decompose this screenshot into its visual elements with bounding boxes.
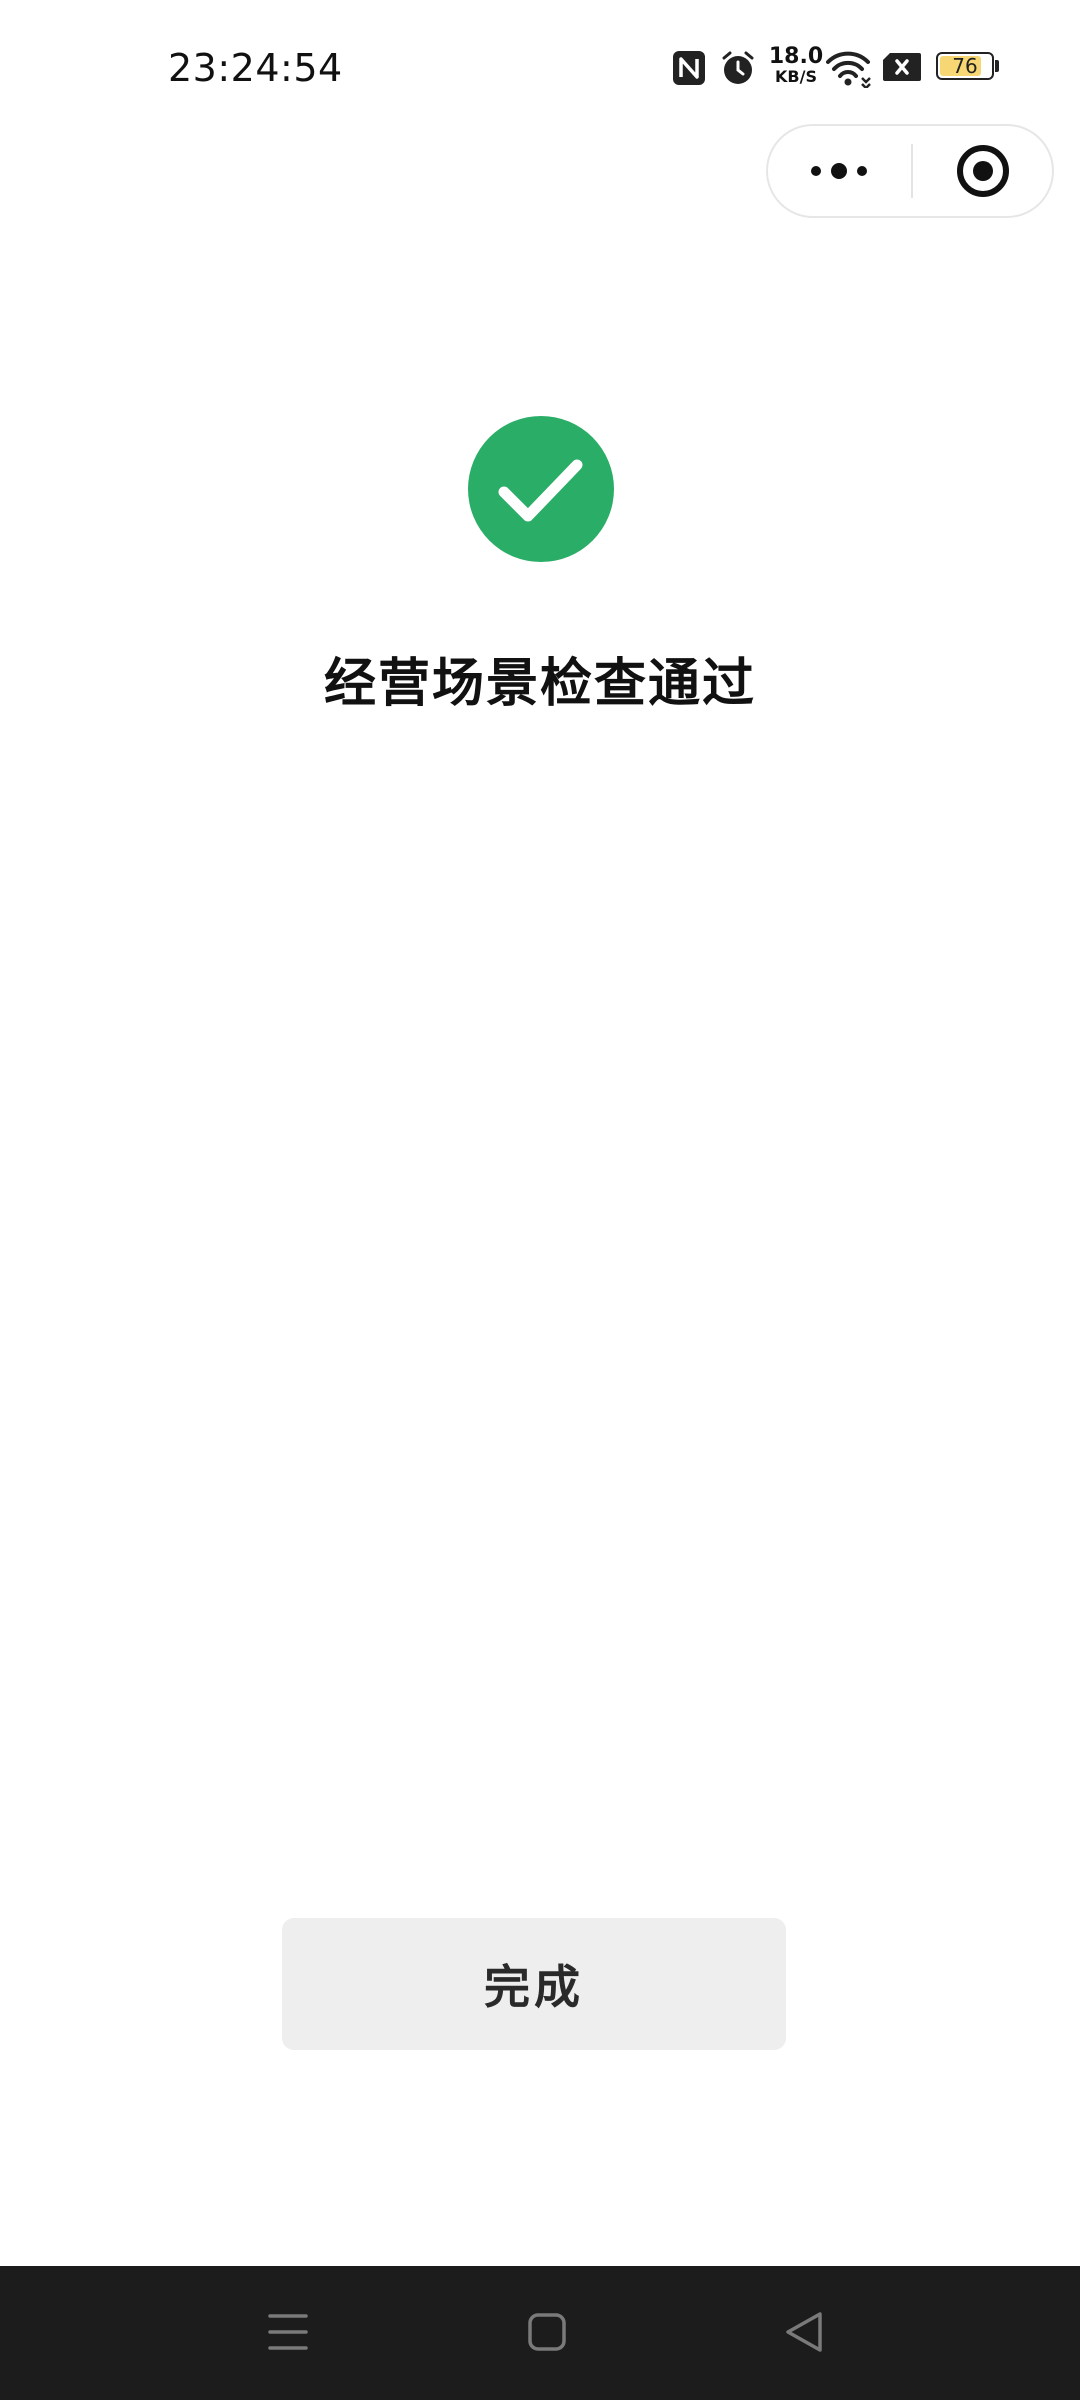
status-icons: 18.0 KB/S 76	[672, 44, 1012, 92]
back-triangle-icon	[786, 2312, 822, 2352]
nfc-icon	[672, 50, 706, 90]
battery-level: 76	[952, 54, 978, 78]
close-target-icon	[957, 145, 1009, 197]
network-speed-unit: KB/S	[775, 67, 817, 86]
sim-card-missing-icon	[882, 52, 922, 86]
network-speed-value: 18.0	[768, 44, 824, 69]
result-title: 经营场景检查通过	[323, 654, 756, 714]
mini-program-capsule	[766, 124, 1054, 218]
network-speed: 18.0 KB/S	[768, 46, 824, 86]
recent-apps-button[interactable]	[248, 2296, 328, 2368]
navigation-bar	[0, 2266, 1080, 2400]
wifi-icon	[824, 48, 872, 92]
home-button[interactable]	[507, 2296, 587, 2368]
battery-icon: 76	[936, 52, 999, 82]
done-button[interactable]: 完成	[282, 1918, 786, 2050]
menu-icon	[268, 2314, 308, 2350]
back-button[interactable]	[764, 2296, 844, 2368]
status-bar: 23:24:54 18.0 KB/S 76	[0, 0, 1080, 120]
home-square-icon	[528, 2313, 566, 2351]
capsule-divider	[911, 144, 913, 198]
alarm-icon	[720, 50, 756, 90]
check-circle-icon	[468, 416, 614, 562]
more-dots-icon	[811, 163, 867, 179]
more-button[interactable]	[768, 126, 910, 216]
close-button[interactable]	[914, 126, 1054, 216]
status-time: 23:24:54	[168, 46, 343, 90]
battery-cap	[995, 60, 999, 72]
